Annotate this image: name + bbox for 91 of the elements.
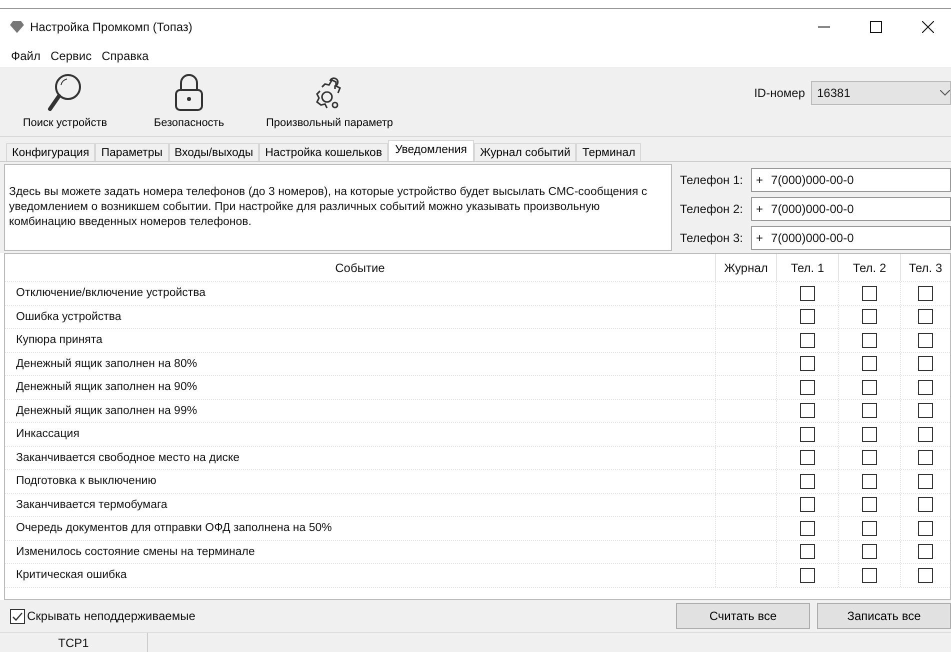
checkbox[interactable] — [918, 309, 933, 324]
menu-item[interactable]: Сервис — [46, 49, 97, 63]
checkbox[interactable] — [800, 309, 815, 324]
phone-label: Телефон 1: — [680, 173, 743, 187]
tab[interactable]: Настройка кошельков — [259, 143, 388, 161]
checkbox[interactable] — [862, 544, 877, 560]
checkbox[interactable] — [918, 380, 933, 395]
close-icon — [922, 21, 934, 33]
checkbox[interactable] — [800, 520, 815, 536]
phone-label: Телефон 2: — [680, 202, 743, 216]
status-text: TCP1 — [0, 633, 148, 652]
checkbox[interactable] — [800, 450, 815, 466]
checkbox[interactable] — [862, 474, 877, 489]
toolbar-button[interactable]: Произвольный параметр — [258, 71, 402, 131]
checkbox[interactable] — [800, 286, 815, 301]
window-title: Настройка Промкомп (Топаз) — [30, 20, 194, 34]
event-cell-text: Отключение/включение устройства — [15, 286, 207, 302]
phone-field[interactable]: + 7(000)000-00-0 — [751, 226, 951, 250]
checkbox[interactable] — [862, 403, 877, 418]
column-header: Журнал — [715, 254, 776, 281]
action-button[interactable]: Считать все — [676, 603, 810, 629]
phone-label: Телефон 3: — [680, 231, 743, 245]
checkbox[interactable] — [862, 497, 877, 512]
checkbox[interactable] — [918, 544, 933, 560]
checkbox[interactable] — [862, 309, 877, 324]
checkbox[interactable] — [918, 568, 933, 583]
checkbox[interactable] — [862, 568, 877, 583]
event-cell-text: Денежный ящик заполнен на 99% — [15, 404, 198, 419]
checkbox[interactable] — [800, 332, 815, 348]
id-label: ID-номер — [754, 86, 805, 100]
checkbox[interactable] — [862, 332, 877, 348]
description-text: Здесь вы можете задать номера телефонов (до 3 номеров), на которые устройство будет высылать СМС-сообщения с уведомлением о возникшем событии. При настройке для различных событий можно указывать произвольную комбинацию введенных номеров телефонов. — [4, 164, 672, 251]
checkbox[interactable] — [918, 474, 933, 489]
event-cell-text: Изменилось состояние смены на терминале — [15, 544, 256, 560]
column-header: Тел. 1 — [776, 254, 838, 281]
checkbox[interactable] — [918, 286, 933, 301]
checkbox[interactable] — [800, 380, 815, 395]
chevron-icon — [940, 90, 950, 96]
checkbox[interactable] — [918, 497, 933, 512]
event-cell-text: Ошибка устройства — [15, 310, 122, 325]
phone-field[interactable]: + 7(000)000-00-0 — [751, 197, 951, 221]
menu-item[interactable]: Файл — [6, 49, 46, 63]
tab[interactable]: Конфигурация — [6, 143, 96, 161]
checkbox[interactable] — [918, 450, 933, 466]
lock-icon — [173, 73, 205, 113]
checkbox[interactable] — [918, 356, 933, 372]
event-cell-text: Денежный ящик заполнен на 80% — [15, 356, 198, 372]
event-cell-text: Критическая ошибка — [15, 568, 128, 584]
event-cell-text: Денежный ящик заполнен на 90% — [15, 380, 198, 396]
column-header: Тел. 3 — [900, 254, 950, 281]
tab[interactable]: Журнал событий — [474, 143, 576, 161]
phone-field[interactable]: + 7(000)000-00-0 — [751, 168, 951, 192]
id-select[interactable]: 16381 — [811, 81, 951, 105]
toolbar-button[interactable]: Поиск устройств — [10, 71, 120, 131]
checkbox[interactable] — [918, 332, 933, 348]
tab[interactable]: Параметры — [95, 143, 168, 161]
checkbox[interactable] — [800, 356, 815, 372]
checkbox[interactable] — [800, 403, 815, 418]
checkbox[interactable] — [918, 426, 933, 442]
checkbox[interactable] — [862, 356, 877, 372]
tab[interactable]: Входы/выходы — [168, 143, 260, 161]
menu-item[interactable]: Справка — [96, 49, 154, 63]
checkbox[interactable] — [918, 403, 933, 418]
checkbox[interactable] — [862, 380, 877, 395]
checkbox[interactable] — [800, 426, 815, 442]
checkbox[interactable] — [862, 426, 877, 442]
gem-icon — [10, 21, 24, 33]
action-button[interactable]: Записать все — [817, 603, 951, 629]
checkbox[interactable] — [918, 520, 933, 536]
toolbar-button[interactable]: Безопасность — [134, 71, 244, 131]
event-cell-text: Заканчивается свободное место на диске — [15, 450, 241, 466]
event-cell-text: Купюра принята — [15, 333, 104, 348]
checkbox[interactable] — [800, 544, 815, 560]
minimize-icon — [818, 26, 830, 28]
event-cell-text: Очередь документов для отправки ОФД заполнена на 50% — [15, 521, 333, 536]
event-cell-text: Заканчивается термобумага — [15, 498, 168, 513]
event-cell-text: Инкассация — [15, 427, 80, 442]
tab[interactable]: Уведомления — [388, 140, 474, 161]
checkbox[interactable] — [800, 568, 815, 583]
search-icon — [47, 73, 83, 113]
hide-unsupported-checkbox[interactable]: Скрывать неподдерживаемые — [10, 608, 669, 624]
checkbox[interactable] — [800, 497, 815, 512]
column-header: Событие — [334, 260, 386, 276]
event-cell-text: Подготовка к выключению — [15, 474, 158, 490]
checkbox[interactable] — [800, 474, 815, 489]
column-header: Тел. 2 — [838, 254, 900, 281]
checkbox[interactable] — [862, 286, 877, 301]
checkbox[interactable] — [862, 450, 877, 466]
tab[interactable]: Терминал — [576, 143, 642, 161]
checkbox[interactable] — [862, 520, 877, 536]
maximize-icon — [870, 21, 882, 33]
